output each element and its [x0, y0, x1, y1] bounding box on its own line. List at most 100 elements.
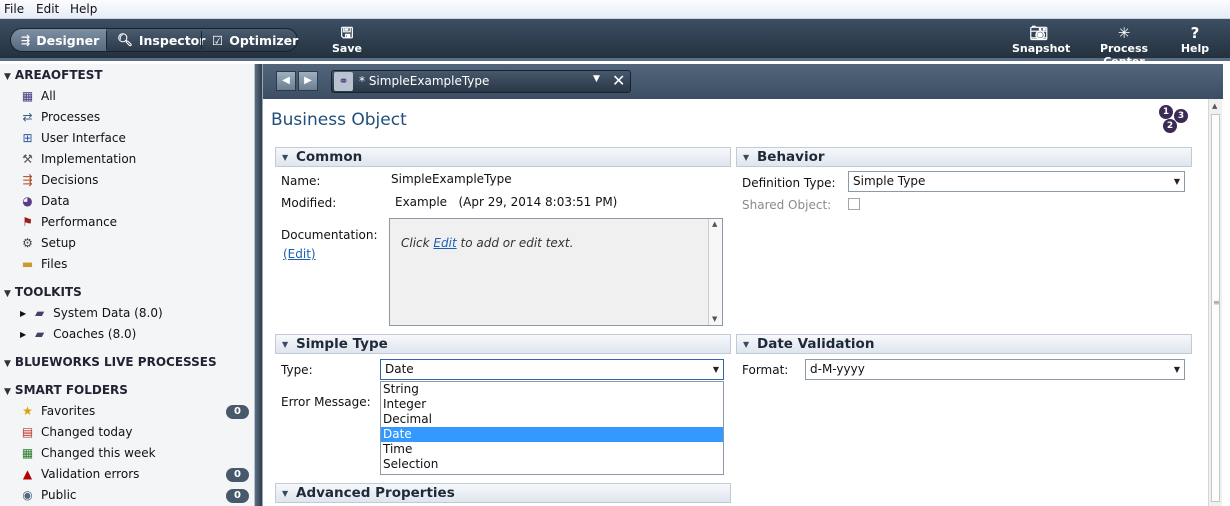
section-toolkits[interactable]: ▼ TOOLKITS — [4, 285, 82, 299]
optimizer-button[interactable]: ☑ Optimizer — [202, 29, 298, 51]
help-button[interactable]: ? Help — [1180, 24, 1210, 56]
documentation-inline-edit-link[interactable]: Edit — [433, 236, 456, 250]
modified-label: Modified: — [281, 196, 337, 210]
snapshot-button[interactable]: 📷︎ Snapshot — [1012, 24, 1070, 56]
warning-icon: ▲ — [22, 467, 33, 481]
question-icon: ? — [1190, 24, 1200, 42]
nav-item-files[interactable]: ▬ Files — [20, 257, 68, 271]
data-icon: ◕ — [22, 194, 33, 208]
type-option[interactable]: Time — [381, 442, 723, 457]
shared-object-label: Shared Object: — [742, 198, 832, 212]
nav-item-all[interactable]: ▦ All — [20, 89, 56, 103]
section-blueworks[interactable]: ▼ BLUEWORKS LIVE PROCESSES — [4, 355, 217, 369]
smart-folder-favorites[interactable]: ★ Favorites — [20, 404, 95, 418]
back-button[interactable]: ◀ — [276, 71, 296, 91]
expand-icon: ▶ — [20, 308, 27, 318]
search-icon: 🔍︎ — [117, 32, 133, 47]
perspective-switcher: ⇶ Designer 🔍︎ Inspector ☑ Optimizer — [10, 28, 298, 52]
toolkit-icon: ▰ — [35, 327, 45, 341]
collapse-icon: ▼ — [4, 359, 11, 369]
documentation-box[interactable]: Click Edit to add or edit text. ▲ ▼ — [389, 218, 723, 326]
format-label: Format: — [742, 363, 789, 377]
process-icon: ⇄ — [22, 110, 33, 124]
scroll-thumb[interactable]: ≡ — [1211, 114, 1220, 502]
page-title: Business Object — [271, 110, 407, 130]
library-navigator: ▼ AREAOFTEST ▦ All ⇄ Processes ⊞ User Interf… — [0, 64, 255, 506]
menu-help[interactable]: Help — [70, 2, 97, 16]
collapse-icon: ▼ — [4, 387, 11, 397]
star-icon: ★ — [22, 404, 33, 418]
documentation-scrollbar[interactable]: ▲ ▼ — [708, 219, 722, 325]
back-icon: ◀ — [282, 75, 290, 86]
expand-icon: ▶ — [20, 329, 27, 339]
type-option[interactable]: String — [381, 382, 723, 397]
tools-icon: ⚒ — [22, 152, 33, 166]
save-icon: 🖫 — [340, 24, 354, 42]
menu-file[interactable]: File — [4, 2, 24, 16]
section-areaoftest[interactable]: ▼ AREAOFTEST — [4, 68, 103, 82]
type-option-selected[interactable]: Date — [381, 427, 723, 442]
week-icon: ▦ — [21, 446, 34, 460]
count-badge: 0 — [226, 468, 249, 482]
nav-item-data[interactable]: ◕ Data — [20, 194, 69, 208]
inspector-button[interactable]: 🔍︎ Inspector — [107, 29, 205, 51]
collapse-icon: ▼ — [4, 72, 11, 82]
toolkit-coaches[interactable]: ▶ ▰ Coaches (8.0) — [20, 327, 136, 341]
editor-tab-bar: ◀ ▶ ⚭ * SimpleExampleType ▼ ✕ — [263, 64, 1223, 99]
type-select[interactable]: Date ▼ — [380, 359, 724, 380]
calendar-icon: ▤ — [21, 425, 34, 439]
designer-button[interactable]: ⇶ Designer — [11, 29, 106, 51]
nav-item-decisions[interactable]: ⇶ Decisions — [20, 173, 98, 187]
close-icon[interactable]: ✕ — [612, 71, 625, 90]
nav-item-setup[interactable]: ⚙ Setup — [20, 236, 76, 250]
forward-button[interactable]: ▶ — [298, 71, 318, 91]
network-icon: ✳ — [1117, 24, 1131, 42]
checkbox-icon: ☑ — [212, 32, 224, 48]
nav-item-performance[interactable]: ⚑ Performance — [20, 215, 117, 229]
public-icon: ◉ — [22, 488, 33, 502]
modified-value: Example (Apr 29, 2014 8:03:51 PM) — [395, 195, 618, 209]
smart-folder-changed-this-week[interactable]: ▦ Changed this week — [20, 446, 156, 460]
menu-bar: File Edit Help — [0, 0, 1230, 19]
collapse-icon: ▼ — [4, 289, 11, 299]
type-label: Type: — [281, 363, 313, 377]
definition-type-select[interactable]: Simple Type ▼ — [848, 171, 1185, 192]
smart-folder-public[interactable]: ◉ Public — [20, 488, 76, 502]
date-validation-panel-header[interactable]: Date Validation — [736, 334, 1192, 354]
scroll-up-icon[interactable]: ▲ — [1212, 102, 1217, 110]
format-select[interactable]: d-M-yyyy ▼ — [805, 359, 1185, 380]
simple-type-panel-header[interactable]: Simple Type — [275, 334, 731, 354]
count-badge: 0 — [226, 489, 249, 503]
process-center-button[interactable]: ✳ Process Center — [1082, 24, 1166, 69]
nav-item-implementation[interactable]: ⚒ Implementation — [20, 152, 136, 166]
smart-folder-validation-errors[interactable]: ▲ Validation errors — [20, 467, 140, 481]
toolkit-system-data[interactable]: ▶ ▰ System Data (8.0) — [20, 306, 163, 320]
nav-item-user-interface[interactable]: ⊞ User Interface — [20, 131, 125, 145]
business-object-icon: ⚭ — [334, 72, 353, 91]
documentation-edit-link[interactable]: (Edit) — [283, 247, 316, 261]
documentation-label: Documentation: — [281, 228, 378, 242]
common-panel-header[interactable]: Common — [275, 147, 731, 167]
section-smart-folders[interactable]: ▼ SMART FOLDERS — [4, 383, 128, 397]
save-button[interactable]: 🖫 Save — [332, 24, 362, 56]
camera-icon: 📷︎ — [1029, 24, 1049, 42]
chevron-down-icon: ▼ — [712, 365, 719, 374]
pane-splitter[interactable] — [255, 64, 262, 506]
nav-item-processes[interactable]: ⇄ Processes — [20, 110, 100, 124]
tab-menu-icon[interactable]: ▼ — [593, 74, 600, 84]
ui-icon: ⊞ — [22, 131, 33, 145]
type-option[interactable]: Selection — [381, 457, 723, 472]
tab-title: * SimpleExampleType — [359, 74, 490, 88]
smart-folder-changed-today[interactable]: ▤ Changed today — [20, 425, 133, 439]
type-option[interactable]: Integer — [381, 397, 723, 412]
editor-tab[interactable]: ⚭ * SimpleExampleType ▼ ✕ — [331, 70, 631, 93]
chevron-down-icon: ▼ — [1173, 365, 1180, 374]
editor-scrollbar[interactable]: ▲ ≡ — [1208, 99, 1222, 506]
menu-edit[interactable]: Edit — [36, 2, 59, 16]
advanced-properties-panel-header[interactable]: Advanced Properties — [275, 483, 731, 503]
shared-object-checkbox[interactable] — [848, 198, 860, 210]
flag-icon: ⚑ — [22, 215, 33, 229]
type-option[interactable]: Decimal — [381, 412, 723, 427]
grid-icon: ▦ — [21, 89, 34, 103]
behavior-panel-header[interactable]: Behavior — [736, 147, 1192, 167]
